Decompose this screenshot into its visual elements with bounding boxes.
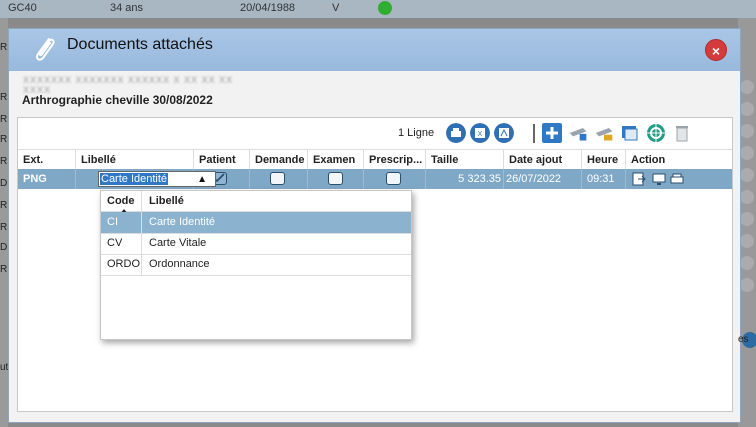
add-icon[interactable]	[542, 123, 562, 143]
bg-fragment: es	[738, 334, 749, 345]
documents-panel: 1 Ligne X Ext. Libellé Patient Demande E…	[17, 117, 733, 412]
option-label: Carte Vitale	[149, 237, 207, 249]
cell-heure: 09:31	[582, 169, 626, 189]
bg-letter: D	[0, 242, 8, 253]
cell-action	[626, 169, 732, 189]
bg-cell-age: 34 ans	[110, 2, 144, 14]
col-date-ajout[interactable]: Date ajout	[504, 150, 582, 170]
exam-subtitle: Arthrographie cheville 30/08/2022	[22, 93, 213, 107]
col-action[interactable]: Action	[626, 150, 732, 170]
background-row: GC40 34 ans 20/04/1988 V	[0, 0, 756, 18]
col-examen[interactable]: Examen	[308, 150, 364, 170]
bg-circle-icon	[740, 168, 754, 182]
paperclip-icon	[35, 38, 55, 61]
dialog-title: Documents attachés	[67, 36, 213, 53]
close-button[interactable]: ×	[705, 39, 727, 61]
bg-cell-flag: V	[332, 2, 340, 14]
bg-letter: R	[0, 264, 8, 275]
bg-letter: R	[0, 92, 8, 103]
col-patient[interactable]: Patient	[194, 150, 250, 170]
open-document-icon[interactable]	[632, 172, 646, 186]
option-code: ORDO	[107, 258, 140, 270]
cell-ext: PNG	[18, 169, 76, 189]
col-ext[interactable]: Ext.	[18, 150, 76, 170]
option-code: CI	[107, 216, 118, 228]
image-icon[interactable]	[620, 123, 640, 143]
bg-circle-icon	[740, 256, 754, 270]
bg-circle-icon	[740, 146, 754, 160]
excel-icon[interactable]: X	[470, 123, 490, 143]
bg-letter: R	[0, 114, 8, 125]
examen-checkbox[interactable]	[328, 172, 343, 185]
col-libelle[interactable]: Libellé	[76, 150, 194, 170]
dropdown-option-ci[interactable]: CI Carte Identité	[101, 212, 411, 234]
bg-circle-icon	[740, 278, 754, 292]
bg-circle-icon	[740, 212, 754, 226]
libelle-dropdown: Code Libellé CI Carte Identité CV Carte …	[100, 190, 412, 340]
scan-folder-icon[interactable]	[594, 123, 614, 143]
bg-circle-icon	[740, 124, 754, 138]
bg-letter: D	[0, 178, 8, 189]
bg-letter: R	[0, 156, 8, 167]
chevron-up-icon[interactable]: ▲	[197, 174, 207, 185]
cell-taille: 5 323.35	[426, 169, 504, 189]
bg-letter: R	[0, 200, 8, 211]
option-label: Carte Identité	[149, 216, 216, 228]
background-left-column: R R R R R D R R D R ut	[0, 18, 8, 427]
documents-dialog: Documents attachés × XXXXXXX XXXXXXX XXX…	[8, 28, 741, 423]
bg-cell-date: 20/04/1988	[240, 2, 296, 14]
combobox-value[interactable]: Carte Identité	[100, 173, 169, 185]
toolbar: 1 Ligne X	[18, 118, 732, 149]
col-taille[interactable]: Taille	[426, 150, 504, 170]
svg-text:X: X	[478, 131, 483, 138]
cell-examen	[308, 169, 364, 189]
prescrip-checkbox[interactable]	[386, 172, 401, 185]
option-code: CV	[107, 237, 123, 249]
print-icon[interactable]	[670, 172, 684, 186]
cell-prescrip	[364, 169, 426, 189]
bg-circle-icon	[740, 234, 754, 248]
table-header: Ext. Libellé Patient Demande Examen Pres…	[18, 149, 732, 174]
demande-checkbox[interactable]	[270, 172, 285, 185]
col-demande[interactable]: Demande	[250, 150, 308, 170]
dialog-titlebar[interactable]: Documents attachés ×	[9, 29, 740, 71]
scan-add-icon[interactable]	[568, 123, 588, 143]
dropdown-header: Code Libellé	[101, 191, 411, 214]
pdf-icon[interactable]	[494, 123, 514, 143]
cell-demande	[250, 169, 308, 189]
col-prescrip[interactable]: Prescrip...	[364, 150, 426, 170]
bg-circle-icon	[740, 102, 754, 116]
dropdown-column-divider	[141, 191, 142, 275]
row-count: 1 Ligne	[398, 127, 435, 139]
monitor-icon[interactable]	[652, 172, 666, 186]
cell-date: 26/07/2022	[504, 169, 582, 189]
dropdown-option-cv[interactable]: CV Carte Vitale	[101, 233, 411, 255]
bg-letter: R	[0, 42, 8, 53]
print-icon[interactable]	[446, 123, 466, 143]
trash-icon[interactable]	[672, 123, 692, 143]
bg-letter: R	[0, 222, 8, 233]
patient-identifier: XXXXXXX XXXXXXX XXXXXX X XX XX XX XXXX	[23, 75, 234, 95]
status-green-icon	[378, 1, 392, 15]
bg-letter: R	[0, 134, 8, 145]
col-heure[interactable]: Heure	[582, 150, 626, 170]
bg-cell-code: GC40	[8, 2, 37, 14]
option-label: Ordonnance	[149, 258, 210, 270]
libelle-combobox[interactable]: Carte Identité ▲	[98, 171, 216, 187]
target-icon[interactable]	[646, 123, 666, 143]
dropdown-option-ordo[interactable]: ORDO Ordonnance	[101, 254, 411, 276]
bg-circle-icon	[740, 190, 754, 204]
toolbar-separator	[533, 124, 535, 143]
dropdown-col-code[interactable]: Code	[107, 191, 135, 211]
dropdown-col-libelle[interactable]: Libellé	[149, 191, 184, 211]
bg-circle-icon	[740, 80, 754, 94]
